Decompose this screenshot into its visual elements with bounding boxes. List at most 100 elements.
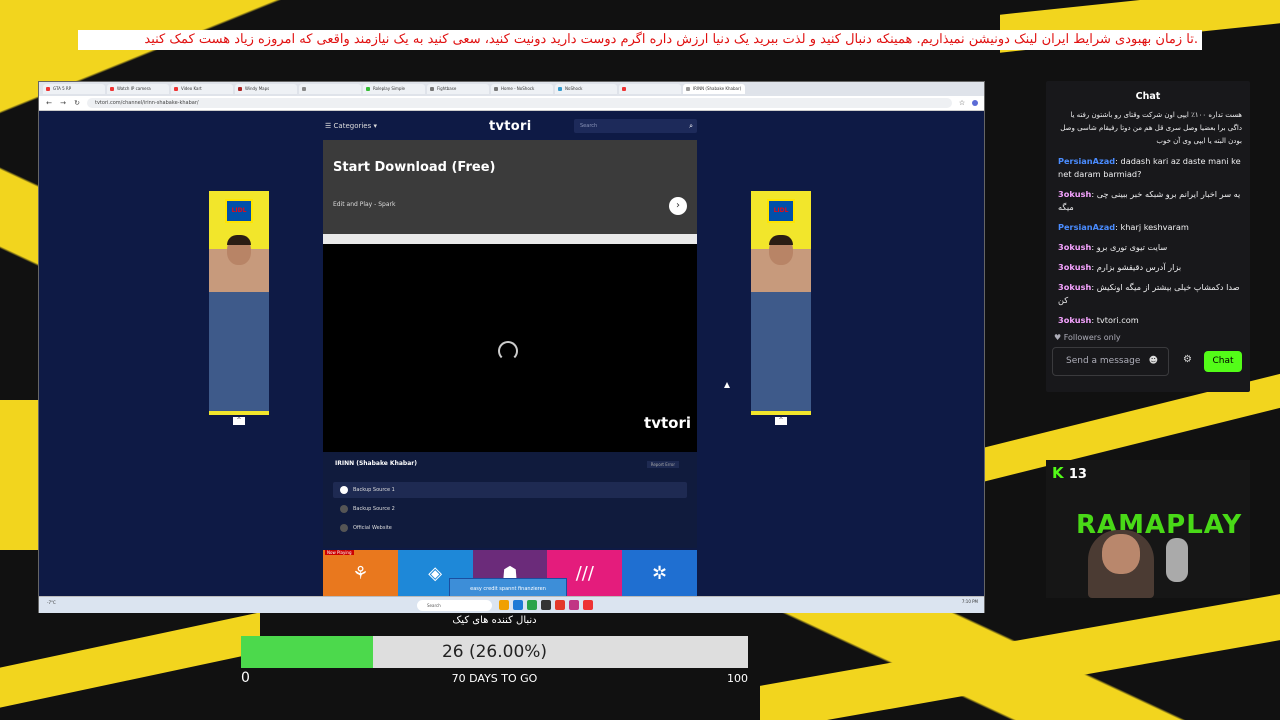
- chat-text: بزار آدرس دقیقشو بزارم: [1096, 262, 1182, 272]
- viewer-count: 13: [1068, 467, 1087, 482]
- kick-badge: K 13: [1052, 464, 1087, 482]
- chat-message: هست تداره ۱۰۰٪ ایپی اون شرکت وقتای رو با…: [1058, 109, 1242, 148]
- back-icon[interactable]: ←: [45, 99, 53, 107]
- browser-tab[interactable]: [299, 84, 361, 94]
- url-field[interactable]: tvtori.com/channel/irinn-shabake-khabar/: [87, 98, 952, 108]
- categories-label: Categories: [333, 122, 372, 130]
- browser-tab[interactable]: Home - NoShock: [491, 84, 553, 94]
- star-icon[interactable]: ☆: [958, 99, 966, 107]
- channel-tile[interactable]: ✲: [622, 550, 697, 596]
- taskbar-search[interactable]: Search: [417, 600, 492, 611]
- terminal-icon[interactable]: [541, 600, 551, 610]
- chat-title: Chat: [1135, 91, 1161, 102]
- chat-message: PersianAzad: kharj keshvaram: [1058, 221, 1242, 234]
- microphone-icon: [1166, 538, 1188, 582]
- file-explorer-icon[interactable]: [499, 600, 509, 610]
- browser-tab[interactable]: Roleplay Simple: [363, 84, 425, 94]
- chat-username[interactable]: PersianAzad: [1058, 222, 1115, 232]
- chat-message: 3okush: tvtori.com: [1058, 314, 1242, 327]
- chat-username[interactable]: 3okush: [1058, 189, 1091, 199]
- browser-tab[interactable]: IRINN (Shabake Khabar): [683, 84, 745, 94]
- report-error-button[interactable]: Report Error: [646, 461, 679, 468]
- side-ad-left[interactable]: LIDL ^: [209, 191, 269, 425]
- app-icon[interactable]: [583, 600, 593, 610]
- ad-collapse-icon[interactable]: ^: [775, 417, 787, 425]
- side-ad-right[interactable]: LIDL ^: [751, 191, 811, 425]
- ad-title: Start Download (Free): [333, 160, 496, 175]
- browser-tab[interactable]: Watch IP camera: [107, 84, 169, 94]
- download-ad[interactable]: Start Download (Free) Edit and Play - Sp…: [323, 140, 697, 244]
- browser-tab[interactable]: [619, 84, 681, 94]
- source-backup-2[interactable]: Backup Source 2: [333, 501, 687, 517]
- instagram-icon[interactable]: [569, 600, 579, 610]
- lidl-logo: LIDL: [225, 199, 253, 223]
- chat-send-button[interactable]: Chat: [1204, 351, 1242, 372]
- chat-input-placeholder: Send a message: [1066, 356, 1141, 366]
- profile-icon[interactable]: [972, 100, 978, 106]
- chat-username[interactable]: 3okush: [1058, 315, 1091, 325]
- gear-icon[interactable]: ⚙: [1183, 354, 1192, 365]
- webcam-overlay: RAMAPLAY K 13: [1046, 460, 1250, 598]
- site-header: ☰ Categories ▾ tvtori ⌕ Search: [323, 116, 697, 136]
- windows-taskbar: -7°C Search 7:10 PM: [39, 596, 984, 613]
- chat-username[interactable]: 3okush: [1058, 262, 1091, 272]
- taskbar-apps: [499, 600, 593, 610]
- forward-icon[interactable]: →: [59, 99, 67, 107]
- categories-menu[interactable]: ☰ Categories ▾: [325, 122, 377, 130]
- channel-tile[interactable]: Now Playing ⚘: [323, 550, 398, 596]
- streamer-face: [1102, 534, 1140, 574]
- goal-progress-text: 26 (26.00%): [441, 642, 548, 662]
- now-playing-badge: Now Playing: [325, 550, 354, 555]
- mouse-cursor-icon: [724, 382, 730, 388]
- site-page: ☰ Categories ▾ tvtori ⌕ Search Start Down…: [39, 112, 984, 596]
- chat-text: سایت تیوی توری برو: [1096, 242, 1168, 252]
- chat-username[interactable]: 3okush: [1058, 282, 1091, 292]
- ad-collapse-icon[interactable]: ^: [233, 417, 245, 425]
- browser-tab[interactable]: GTA 5 RP: [43, 84, 105, 94]
- chat-message: 3okush: سایت تیوی توری برو: [1058, 241, 1242, 254]
- browser-tab[interactable]: Fightbase: [427, 84, 489, 94]
- chat-username[interactable]: PersianAzad: [1058, 156, 1115, 166]
- reload-icon[interactable]: ↻: [73, 99, 81, 107]
- taskbar-clock[interactable]: 7:10 PM: [962, 599, 978, 605]
- ad-person-image: [209, 231, 269, 411]
- chat-input[interactable]: Send a message ☻: [1052, 347, 1169, 376]
- ad-arrow-button[interactable]: ›: [669, 197, 687, 215]
- source-official[interactable]: Official Website: [333, 520, 687, 536]
- weather-widget[interactable]: -7°C: [47, 600, 56, 605]
- followers-only-label: Followers only: [1063, 333, 1121, 342]
- site-search-input[interactable]: ⌕ Search: [574, 119, 697, 133]
- goal-max-label: 100: [727, 672, 748, 685]
- player-watermark: tvtori: [644, 414, 691, 432]
- chat-messages: هست تداره ۱۰۰٪ ایپی اون شرکت وقتای رو با…: [1058, 109, 1242, 334]
- chat-text: هست تداره ۱۰۰٪ ایپی اون شرکت وقتای رو با…: [1060, 111, 1242, 145]
- goal-title: دنبال کننده های کیک: [452, 615, 537, 626]
- chrome-icon[interactable]: [555, 600, 565, 610]
- ad-person-image: [751, 231, 811, 411]
- ad-subtitle: Edit and Play - Spark: [333, 201, 396, 208]
- browser-tab[interactable]: NoShock: [555, 84, 617, 94]
- edge-icon[interactable]: [513, 600, 523, 610]
- chat-message: PersianAzad: dadash kari az daste mani k…: [1058, 155, 1242, 181]
- site-logo[interactable]: tvtori: [489, 119, 532, 134]
- chat-message: 3okush: یه سر اخبار ایرانم برو شبکه خبر …: [1058, 188, 1242, 214]
- video-player[interactable]: tvtori: [323, 244, 697, 452]
- chat-text: kharj keshvaram: [1120, 222, 1189, 232]
- chat-panel: Chat هست تداره ۱۰۰٪ ایپی اون شرکت وقتای …: [1046, 81, 1250, 392]
- source-backup-1[interactable]: Backup Source 1: [333, 482, 687, 498]
- chat-message: 3okush: صدا دکمشاپ خیلی بیشتر از میگه او…: [1058, 281, 1242, 307]
- ad-footer-strip: [323, 234, 697, 244]
- search-icon[interactable]: ⌕: [689, 119, 693, 133]
- emoji-icon[interactable]: ☻: [1149, 348, 1158, 375]
- browser-tab[interactable]: Windy Maps: [235, 84, 297, 94]
- browser-window: GTA 5 RP Watch IP camera Video Kart Windy M…: [38, 81, 985, 613]
- goal-progress-bar: 26 (26.00%): [241, 636, 748, 668]
- mini-ad-banner[interactable]: easy credit spannt finanzieren: [449, 578, 567, 596]
- chat-username[interactable]: 3okush: [1058, 242, 1091, 252]
- lidl-logo: LIDL: [767, 199, 795, 223]
- tab-bar: GTA 5 RP Watch IP camera Video Kart Windy M…: [39, 82, 984, 96]
- store-icon[interactable]: [527, 600, 537, 610]
- browser-tab[interactable]: Video Kart: [171, 84, 233, 94]
- address-bar-row: ← → ↻ tvtori.com/channel/irinn-shabake-k…: [39, 96, 984, 111]
- followers-only-notice: ♥ Followers only: [1054, 333, 1121, 342]
